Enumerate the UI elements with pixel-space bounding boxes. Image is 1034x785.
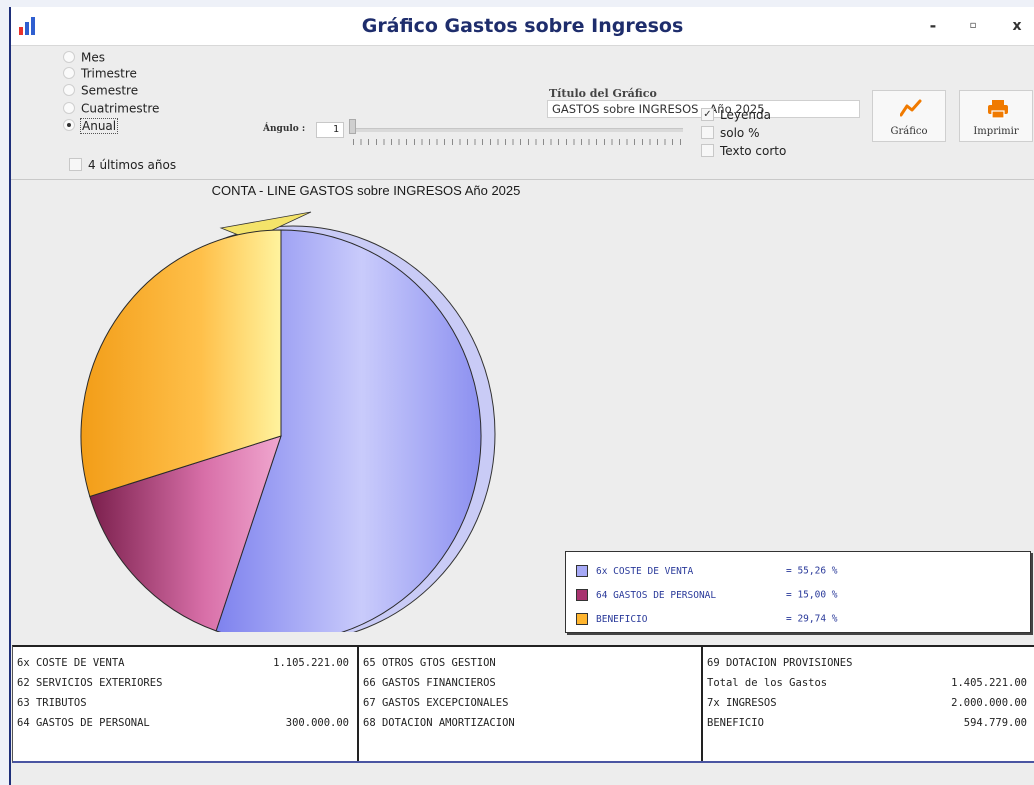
checkbox-box[interactable] xyxy=(69,158,82,171)
summary-label: 64 GASTOS DE PERSONAL xyxy=(17,717,150,729)
checkbox-box-checked[interactable]: ✓ xyxy=(701,108,714,121)
legend-value: = 15,00 % xyxy=(786,589,838,601)
summary-column: 65 OTROS GTOS GESTION 66 GASTOS FINANCIE… xyxy=(359,647,703,761)
summary-label: 6x COSTE DE VENTA xyxy=(17,657,125,669)
imprimir-button-label: Imprimir xyxy=(973,126,1019,137)
legend-value: = 55,26 % xyxy=(786,565,838,577)
summary-row: Total de los Gastos 1.405.221.00 xyxy=(707,677,1027,693)
radio-circle[interactable] xyxy=(63,101,75,114)
summary-value: 1.405.221.00 xyxy=(951,677,1027,689)
radio-label: Anual xyxy=(79,117,119,134)
line-chart-icon xyxy=(900,99,922,117)
imprimir-button[interactable]: Imprimir xyxy=(959,90,1033,142)
legend-checkbox[interactable]: ✓ Leyenda xyxy=(701,108,771,125)
close-button[interactable]: x xyxy=(1005,15,1029,37)
angle-label: Ángulo : xyxy=(263,124,306,134)
maximize-button[interactable]: ▫ xyxy=(961,15,985,37)
summary-label: 7x INGRESOS xyxy=(707,697,777,709)
summary-label: 65 OTROS GTOS GESTION xyxy=(363,657,496,669)
pie-chart xyxy=(80,211,496,632)
summary-value: 2.000.000.00 xyxy=(951,697,1027,709)
legend-label: 64 GASTOS DE PERSONAL xyxy=(596,589,717,601)
chart-legend: 6x COSTE DE VENTA = 55,26 % 64 GASTOS DE … xyxy=(565,551,1031,633)
summary-value: 594.779.00 xyxy=(963,717,1027,729)
summary-label: Total de los Gastos xyxy=(707,677,828,689)
chart-window: Gráfico Gastos sobre Ingresos - ▫ x Mes … xyxy=(9,7,1034,785)
summary-row: 67 GASTOS EXCEPCIONALES xyxy=(363,697,693,713)
summary-table: 6x COSTE DE VENTA 1.105.221.00 62 SERVICI… xyxy=(12,645,1034,763)
last-4-years-checkbox[interactable]: 4 últimos años xyxy=(69,158,176,175)
angle-slider-track[interactable] xyxy=(353,128,683,132)
summary-label: 66 GASTOS FINANCIEROS xyxy=(363,677,496,689)
summary-row: 63 TRIBUTOS xyxy=(17,697,349,713)
summary-row: 68 DOTACION AMORTIZACION xyxy=(363,717,693,733)
radio-label: Cuatrimestre xyxy=(81,101,160,116)
percent-only-checkbox[interactable]: solo % xyxy=(701,126,760,143)
minimize-button[interactable]: - xyxy=(921,15,945,37)
summary-row: 6x COSTE DE VENTA 1.105.221.00 xyxy=(17,657,349,673)
summary-row: 65 OTROS GTOS GESTION xyxy=(363,657,693,673)
radio-circle[interactable] xyxy=(63,66,75,79)
checkbox-label: 4 últimos años xyxy=(88,158,177,172)
summary-row: 66 GASTOS FINANCIEROS xyxy=(363,677,693,693)
summary-label: 62 SERVICIOS EXTERIORES xyxy=(17,677,163,689)
legend-label: 6x COSTE DE VENTA xyxy=(596,565,694,577)
radio-circle[interactable] xyxy=(63,50,75,63)
legend-item-coste: 6x COSTE DE VENTA = 55,26 % xyxy=(576,565,837,579)
grafico-button[interactable]: Gráfico xyxy=(872,90,946,142)
checkbox-box[interactable] xyxy=(701,126,714,139)
short-text-checkbox[interactable]: Texto corto xyxy=(701,144,786,161)
checkbox-label: Texto corto xyxy=(720,144,787,158)
legend-item-personal: 64 GASTOS DE PERSONAL = 15,00 % xyxy=(576,589,837,603)
grafico-button-label: Gráfico xyxy=(890,126,928,137)
summary-label: 63 TRIBUTOS xyxy=(17,697,87,709)
angle-slider-handle[interactable] xyxy=(349,119,356,134)
radio-label: Mes xyxy=(81,50,105,65)
radio-circle-selected[interactable] xyxy=(63,118,75,131)
checkbox-label: Leyenda xyxy=(720,108,771,122)
radio-label: Trimestre xyxy=(81,66,137,81)
summary-row: 7x INGRESOS 2.000.000.00 xyxy=(707,697,1027,713)
controls-panel: Mes Trimestre Semestre Cuatrimestre Anua… xyxy=(11,45,1034,180)
summary-value: 300.000.00 xyxy=(285,717,349,729)
summary-row: 69 DOTACION PROVISIONES xyxy=(707,657,1027,673)
slider-ticks xyxy=(353,139,683,145)
legend-item-beneficio: BENEFICIO = 29,74 % xyxy=(576,613,837,627)
checkbox-box[interactable] xyxy=(701,144,714,157)
legend-swatch xyxy=(576,565,588,577)
printer-icon xyxy=(988,100,1008,119)
summary-label: 67 GASTOS EXCEPCIONALES xyxy=(363,697,509,709)
summary-row: 64 GASTOS DE PERSONAL 300.000.00 xyxy=(17,717,349,733)
checkbox-label: solo % xyxy=(720,126,760,140)
chart-area: CONTA - LINE GASTOS sobre INGRESOS Año 2… xyxy=(11,180,1034,633)
radio-semestre[interactable]: Semestre xyxy=(63,83,138,100)
summary-row: 62 SERVICIOS EXTERIORES xyxy=(17,677,349,693)
radio-mes[interactable]: Mes xyxy=(63,50,105,67)
legend-swatch xyxy=(576,589,588,601)
summary-label: BENEFICIO xyxy=(707,717,764,729)
title-bar: Gráfico Gastos sobre Ingresos - ▫ x xyxy=(11,7,1034,46)
legend-label: BENEFICIO xyxy=(596,613,648,625)
summary-column: 69 DOTACION PROVISIONES Total de los Gas… xyxy=(703,647,1034,761)
radio-anual[interactable]: Anual xyxy=(63,117,119,135)
radio-cuatrimestre[interactable]: Cuatrimestre xyxy=(63,101,159,118)
angle-input[interactable]: 1 xyxy=(316,122,344,138)
radio-circle[interactable] xyxy=(63,83,75,96)
summary-column: 6x COSTE DE VENTA 1.105.221.00 62 SERVICI… xyxy=(13,647,359,761)
legend-swatch xyxy=(576,613,588,625)
summary-value: 1.105.221.00 xyxy=(273,657,349,669)
summary-label: 69 DOTACION PROVISIONES xyxy=(707,657,853,669)
radio-trimestre[interactable]: Trimestre xyxy=(63,66,137,83)
summary-label: 68 DOTACION AMORTIZACION xyxy=(363,717,515,729)
legend-value: = 29,74 % xyxy=(786,613,838,625)
radio-label: Semestre xyxy=(81,83,139,98)
window-title: Gráfico Gastos sobre Ingresos xyxy=(361,15,684,37)
summary-row: BENEFICIO 594.779.00 xyxy=(707,717,1027,733)
chart-title-label: Título del Gráfico xyxy=(549,87,657,100)
